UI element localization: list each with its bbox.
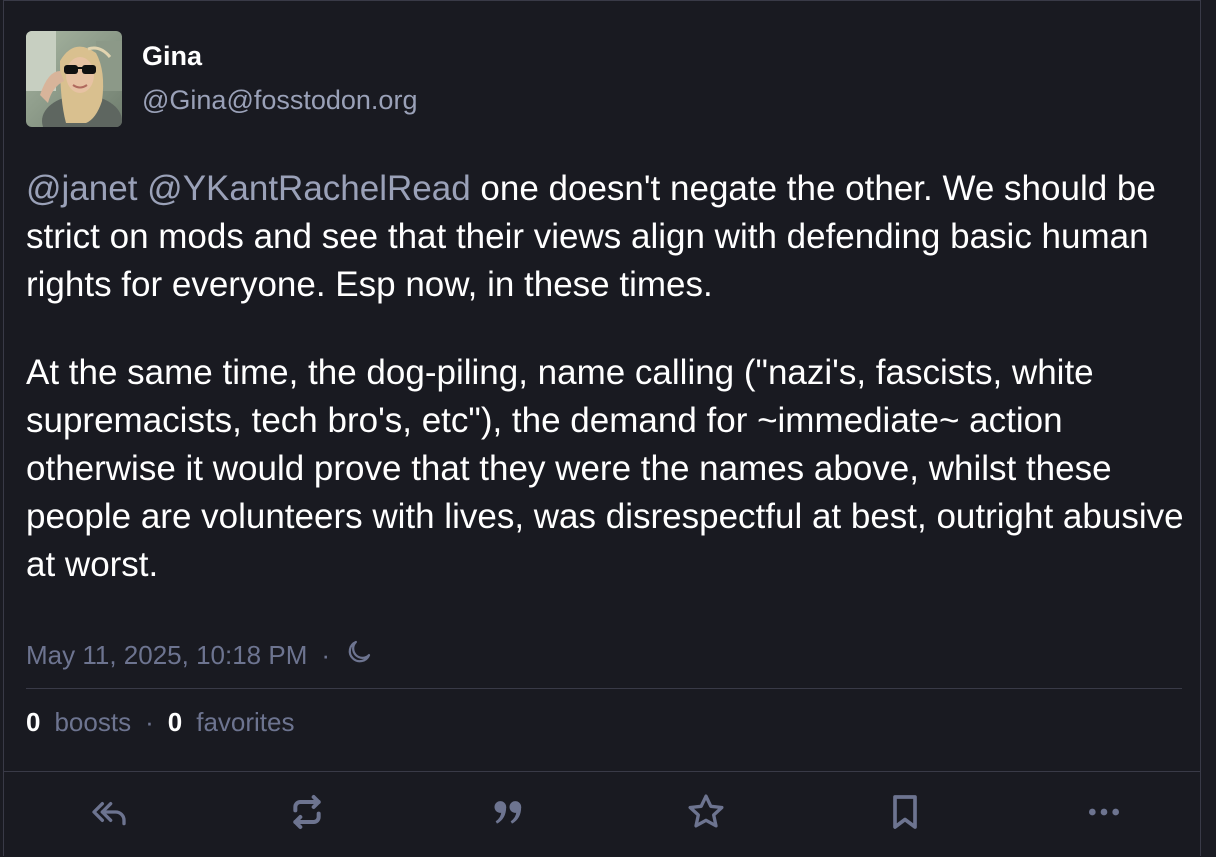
avatar-image [26, 31, 122, 127]
boost-icon [287, 792, 327, 837]
star-icon [686, 792, 726, 837]
status-detail: Gina @Gina@fosstodon.org @janet @YKantRa… [3, 0, 1201, 856]
boost-button[interactable] [285, 792, 329, 836]
content-paragraph: At the same time, the dog-piling, name c… [26, 353, 1184, 584]
quote-button[interactable] [485, 792, 529, 836]
favorites-count: 0 [167, 707, 183, 737]
status-meta: May 11, 2025, 10:18 PM · [26, 637, 374, 674]
content-paragraph: @janet @YKantRachelRead one doesn't nega… [26, 165, 1186, 309]
mention-link[interactable]: @YKantRachelRead [147, 169, 471, 208]
mention-link[interactable]: @janet [26, 169, 137, 208]
reply-all-icon [89, 792, 129, 837]
boosts-link[interactable]: 0 boosts [26, 707, 131, 738]
moon-icon [344, 637, 374, 674]
timestamp-link[interactable]: May 11, 2025, 10:18 PM [26, 640, 307, 671]
status-content: @janet @YKantRachelRead one doesn't nega… [26, 165, 1186, 629]
action-bar [4, 772, 1200, 857]
quote-icon [487, 792, 527, 837]
divider [26, 688, 1182, 689]
meta-separator: · [321, 640, 331, 670]
status-counts: 0 boosts · 0 favorites [26, 707, 294, 738]
reply-button[interactable] [87, 792, 131, 836]
favorites-link[interactable]: 0 favorites [168, 707, 295, 738]
status: Gina @Gina@fosstodon.org @janet @YKantRa… [4, 1, 1200, 772]
more-icon [1084, 792, 1124, 837]
favorites-label: favorites [196, 707, 295, 737]
bookmark-button[interactable] [883, 792, 927, 836]
avatar[interactable] [26, 31, 122, 127]
boosts-count: 0 [26, 707, 41, 737]
bookmark-icon [885, 792, 925, 837]
display-name[interactable]: Gina [142, 41, 202, 72]
counts-separator: · [145, 707, 154, 737]
favorite-button[interactable] [684, 792, 728, 836]
more-button[interactable] [1082, 792, 1126, 836]
boosts-label: boosts [54, 707, 132, 737]
account-handle[interactable]: @Gina@fosstodon.org [142, 85, 417, 116]
